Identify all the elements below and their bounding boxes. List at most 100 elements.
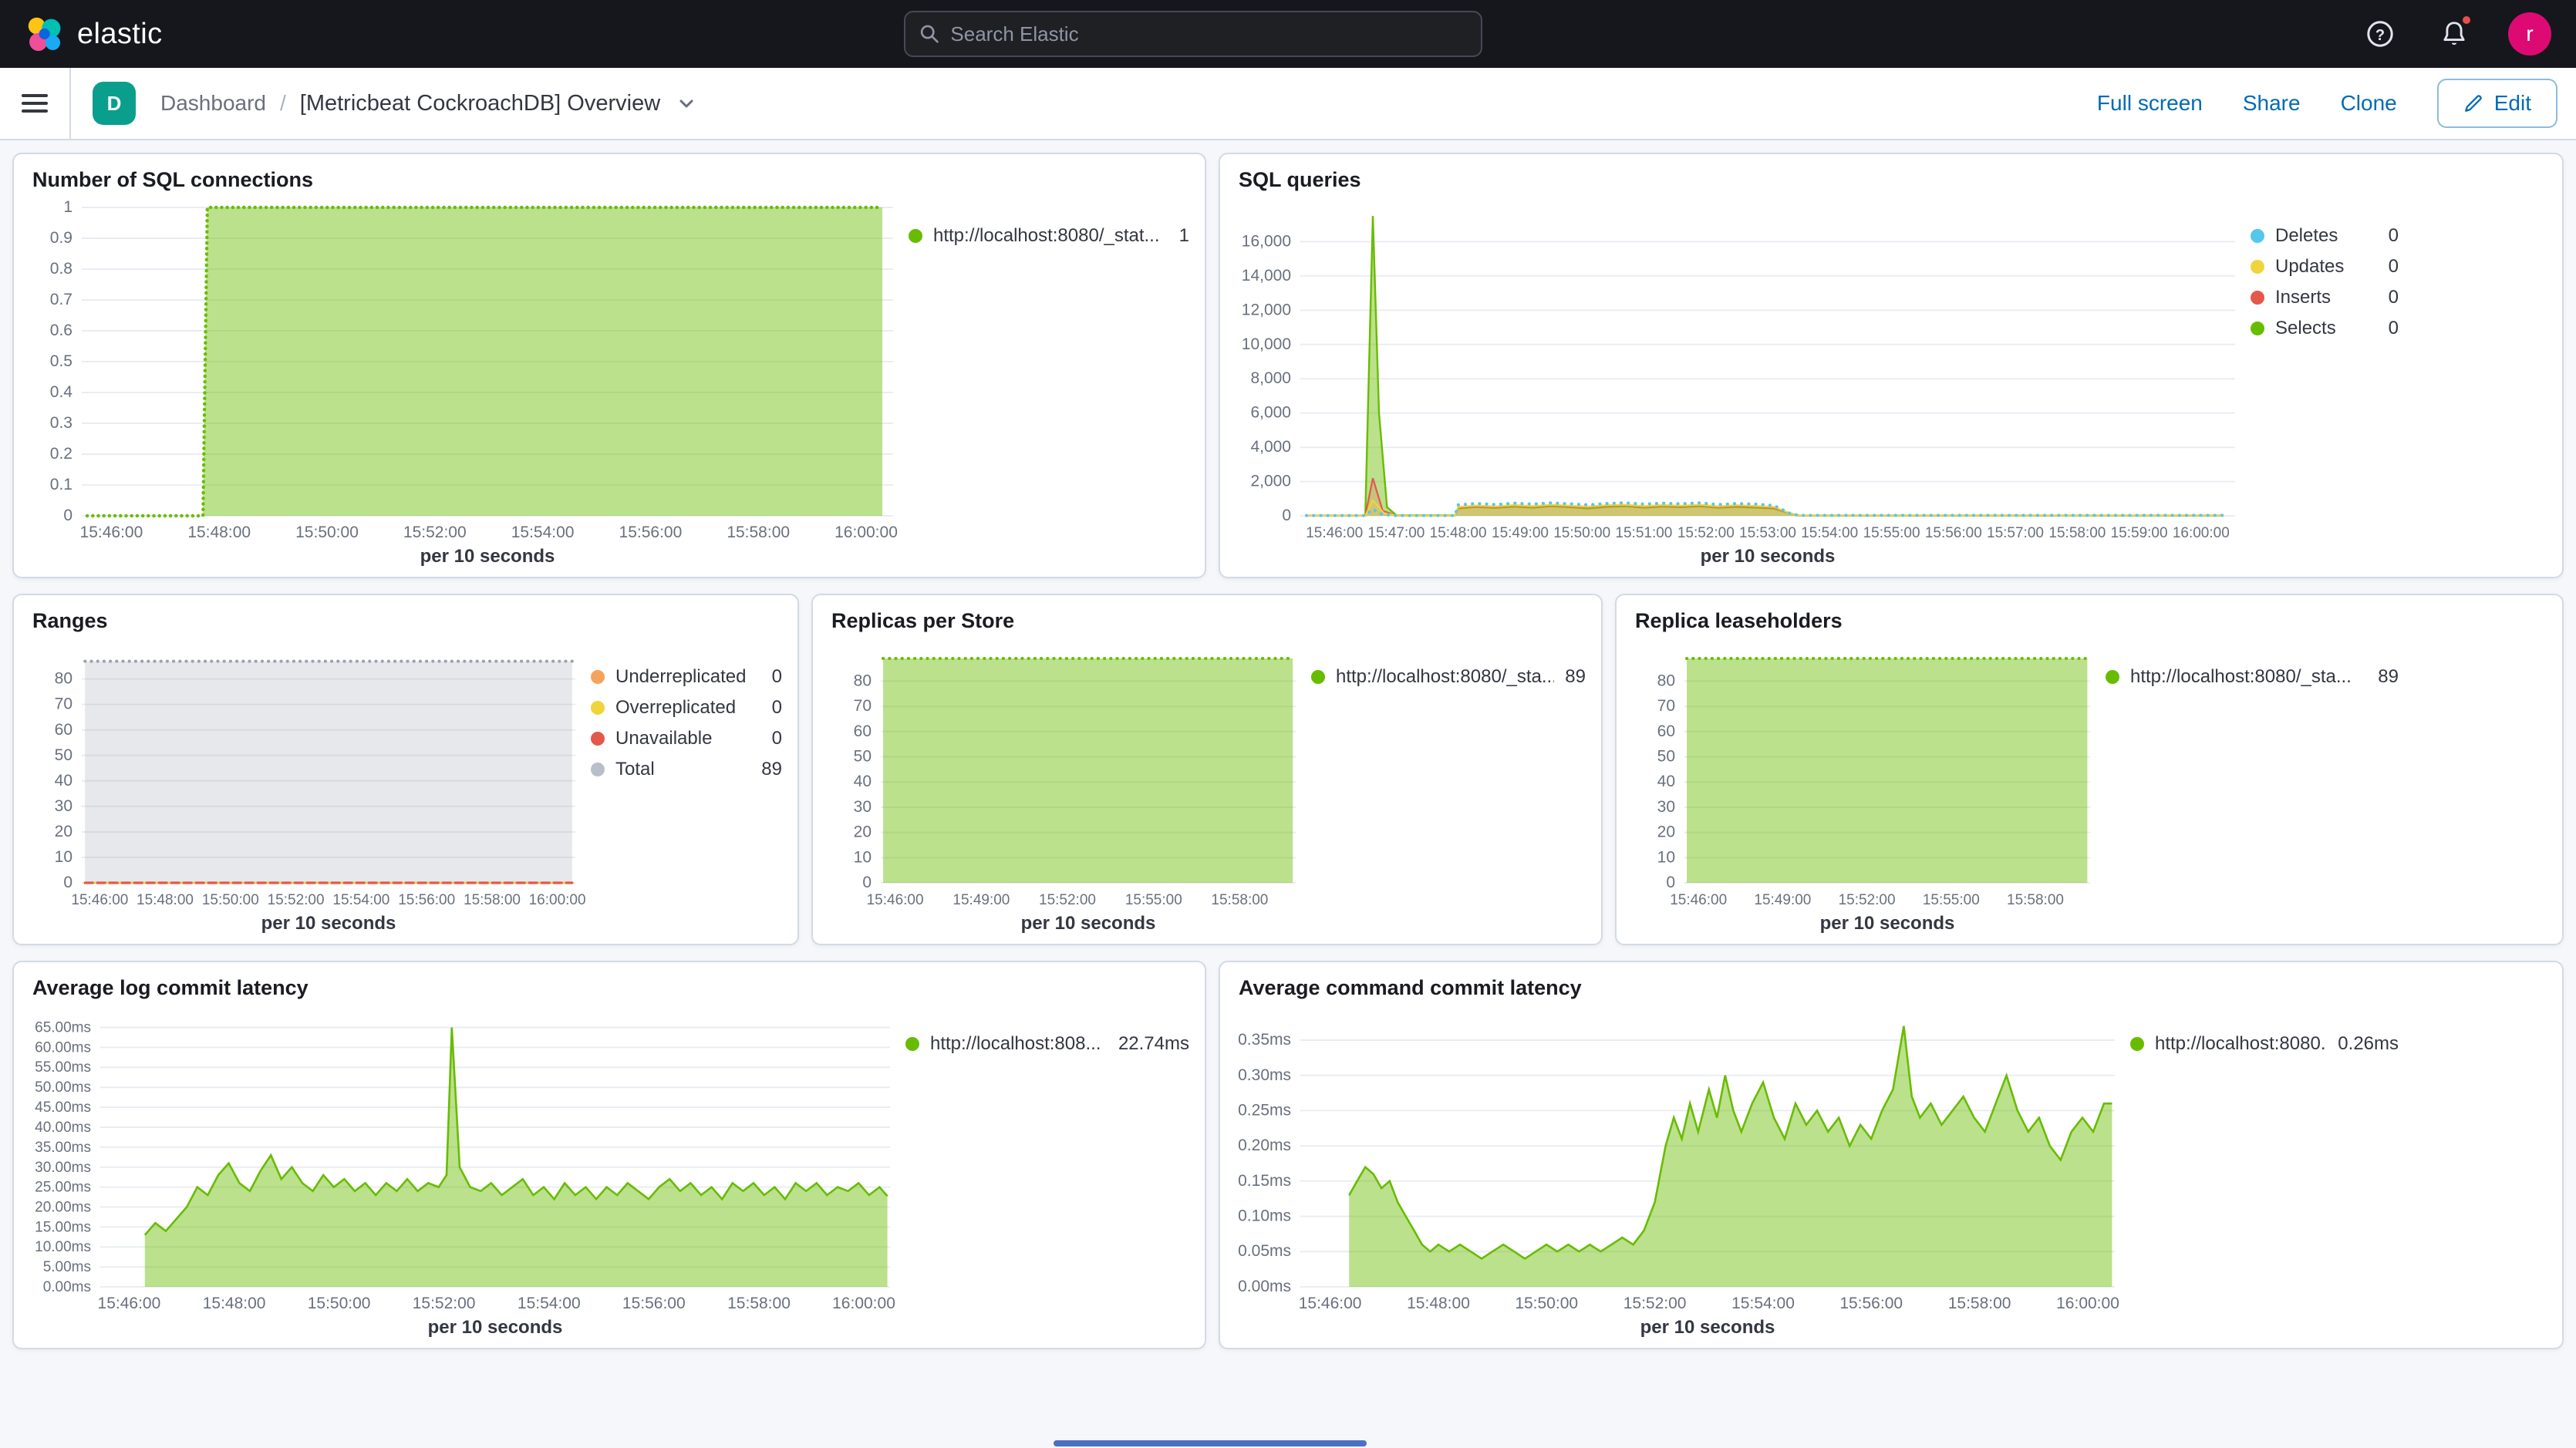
svg-text:15:46:00: 15:46:00 xyxy=(71,892,128,908)
svg-text:per 10 seconds: per 10 seconds xyxy=(1021,913,1156,934)
svg-text:15:59:00: 15:59:00 xyxy=(2111,525,2168,541)
user-avatar[interactable]: r xyxy=(2508,12,2551,56)
legend-item[interactable]: Updates0 xyxy=(2251,254,2399,280)
svg-text:per 10 seconds: per 10 seconds xyxy=(1701,546,1836,567)
legend-item[interactable]: http://localhost:808...22.74ms xyxy=(905,1031,1189,1057)
svg-text:15:58:00: 15:58:00 xyxy=(2048,525,2106,541)
svg-text:0: 0 xyxy=(862,874,872,891)
legend-value: 0 xyxy=(2389,315,2399,342)
chart-replica-leaseholders[interactable]: 0102030405060708015:46:0015:49:0015:52:0… xyxy=(1623,636,2106,934)
legend-color-dot xyxy=(2251,291,2264,305)
panel-title: Number of SQL connections xyxy=(32,168,1186,192)
panel-title: Replica leaseholders xyxy=(1635,609,2544,633)
clone-button[interactable]: Clone xyxy=(2341,91,2397,116)
search-input[interactable] xyxy=(950,22,1467,46)
chart-log-commit-latency[interactable]: 0.00ms5.00ms10.00ms15.00ms20.00ms25.00ms… xyxy=(20,1003,905,1339)
svg-text:15:54:00: 15:54:00 xyxy=(518,1295,581,1312)
svg-text:15:46:00: 15:46:00 xyxy=(867,892,924,908)
svg-text:0.30ms: 0.30ms xyxy=(1238,1066,1291,1084)
legend-item[interactable]: http://localhost:8080...0.26ms xyxy=(2130,1031,2399,1057)
edit-button-label: Edit xyxy=(2494,91,2531,116)
chevron-down-icon[interactable] xyxy=(677,94,696,113)
svg-text:40.00ms: 40.00ms xyxy=(35,1120,91,1136)
svg-text:15:56:00: 15:56:00 xyxy=(398,892,455,908)
legend-item[interactable]: Inserts0 xyxy=(2251,285,2399,311)
legend-color-dot xyxy=(2130,1037,2144,1051)
svg-text:0.8: 0.8 xyxy=(50,260,72,278)
breadcrumb-dashboard-link[interactable]: Dashboard xyxy=(160,91,266,116)
notifications-icon[interactable] xyxy=(2434,14,2474,54)
legend-item[interactable]: Underreplicated0 xyxy=(591,664,782,690)
legend-label: Updates xyxy=(2275,254,2378,280)
panel-log-commit-latency: Average log commit latency 0.00ms5.00ms1… xyxy=(12,961,1206,1349)
legend-value: 1 xyxy=(1179,223,1189,249)
svg-text:45.00ms: 45.00ms xyxy=(35,1099,91,1116)
legend-label: http://localhost:8080/_sta... xyxy=(2130,664,2367,690)
legend-item[interactable]: Total89 xyxy=(591,756,782,783)
svg-text:0.00ms: 0.00ms xyxy=(1238,1278,1291,1295)
svg-text:15:46:00: 15:46:00 xyxy=(80,524,143,541)
svg-text:6,000: 6,000 xyxy=(1250,404,1291,422)
chart-command-commit-latency[interactable]: 0.00ms0.05ms0.10ms0.15ms0.20ms0.25ms0.30… xyxy=(1226,1003,2130,1339)
legend-value: 0 xyxy=(772,695,782,721)
svg-text:15:56:00: 15:56:00 xyxy=(1925,525,1982,541)
svg-text:15:50:00: 15:50:00 xyxy=(295,524,359,541)
svg-text:15:58:00: 15:58:00 xyxy=(727,1295,791,1312)
pencil-icon xyxy=(2463,93,2483,113)
legend-item[interactable]: http://localhost:8080/_stat...1 xyxy=(909,223,1189,249)
chart-replicas-per-store[interactable]: 0102030405060708015:46:0015:49:0015:52:0… xyxy=(819,636,1311,934)
svg-text:15:54:00: 15:54:00 xyxy=(1731,1295,1795,1312)
svg-text:16:00:00: 16:00:00 xyxy=(529,892,586,908)
legend-item[interactable]: Selects 0 xyxy=(2251,315,2399,342)
global-search[interactable] xyxy=(904,11,1482,57)
svg-text:15:51:00: 15:51:00 xyxy=(1615,525,1672,541)
legend-value: 22.74ms xyxy=(1118,1031,1189,1057)
full-screen-button[interactable]: Full screen xyxy=(2097,91,2203,116)
svg-text:15:56:00: 15:56:00 xyxy=(619,524,683,541)
svg-text:70: 70 xyxy=(55,695,72,713)
svg-text:16:00:00: 16:00:00 xyxy=(2173,525,2230,541)
legend-value: 0 xyxy=(772,664,782,690)
brand-text: elastic xyxy=(77,18,163,51)
legend-item[interactable]: http://localhost:8080/_sta...89 xyxy=(1311,664,1586,690)
svg-text:16:00:00: 16:00:00 xyxy=(835,524,898,541)
svg-text:25.00ms: 25.00ms xyxy=(35,1180,91,1196)
legend-item[interactable]: Deletes0 xyxy=(2251,223,2399,249)
horizontal-scrollbar-thumb[interactable] xyxy=(1054,1440,1367,1446)
legend: http://localhost:8080/_sta...89 xyxy=(1311,636,1586,934)
breadcrumb: Dashboard / [Metricbeat CockroachDB] Ove… xyxy=(160,91,696,116)
legend-item[interactable]: Unavailable0 xyxy=(591,726,782,752)
svg-text:0.6: 0.6 xyxy=(50,322,72,339)
svg-text:0.25ms: 0.25ms xyxy=(1238,1101,1291,1119)
legend-item[interactable]: http://localhost:8080/_sta...89 xyxy=(2106,664,2399,690)
chart-ranges[interactable]: 0102030405060708015:46:0015:48:0015:50:0… xyxy=(20,636,591,934)
legend: http://localhost:808...22.74ms xyxy=(905,1003,1189,1339)
svg-text:10: 10 xyxy=(55,848,72,866)
share-button[interactable]: Share xyxy=(2243,91,2301,116)
help-icon[interactable]: ? xyxy=(2360,14,2400,54)
elastic-brand[interactable]: elastic xyxy=(25,15,163,53)
edit-button[interactable]: Edit xyxy=(2437,79,2557,128)
svg-text:65.00ms: 65.00ms xyxy=(35,1020,91,1036)
search-icon xyxy=(919,23,939,45)
chart-sql-queries[interactable]: 02,0004,0006,0008,00010,00012,00014,0001… xyxy=(1226,195,2251,567)
menu-button[interactable] xyxy=(19,67,71,140)
legend-label: Selects xyxy=(2275,315,2378,342)
chart-sql-connections[interactable]: 00.10.20.30.40.50.60.70.80.9115:46:0015:… xyxy=(20,195,909,567)
legend-value: 89 xyxy=(761,756,782,783)
svg-text:1: 1 xyxy=(63,198,72,216)
svg-text:20: 20 xyxy=(854,823,872,841)
svg-text:15:49:00: 15:49:00 xyxy=(1492,525,1549,541)
svg-text:60.00ms: 60.00ms xyxy=(35,1039,91,1056)
svg-text:15:52:00: 15:52:00 xyxy=(413,1295,476,1312)
legend-item[interactable]: Overreplicated0 xyxy=(591,695,782,721)
svg-text:15:58:00: 15:58:00 xyxy=(727,524,790,541)
svg-text:0.7: 0.7 xyxy=(50,291,72,308)
svg-text:70: 70 xyxy=(1657,697,1675,715)
svg-text:10: 10 xyxy=(854,848,872,866)
space-badge[interactable]: D xyxy=(93,82,136,125)
legend-value: 0 xyxy=(772,726,782,752)
svg-text:0.4: 0.4 xyxy=(50,383,73,401)
svg-text:14,000: 14,000 xyxy=(1242,267,1291,285)
svg-text:0: 0 xyxy=(63,507,72,524)
